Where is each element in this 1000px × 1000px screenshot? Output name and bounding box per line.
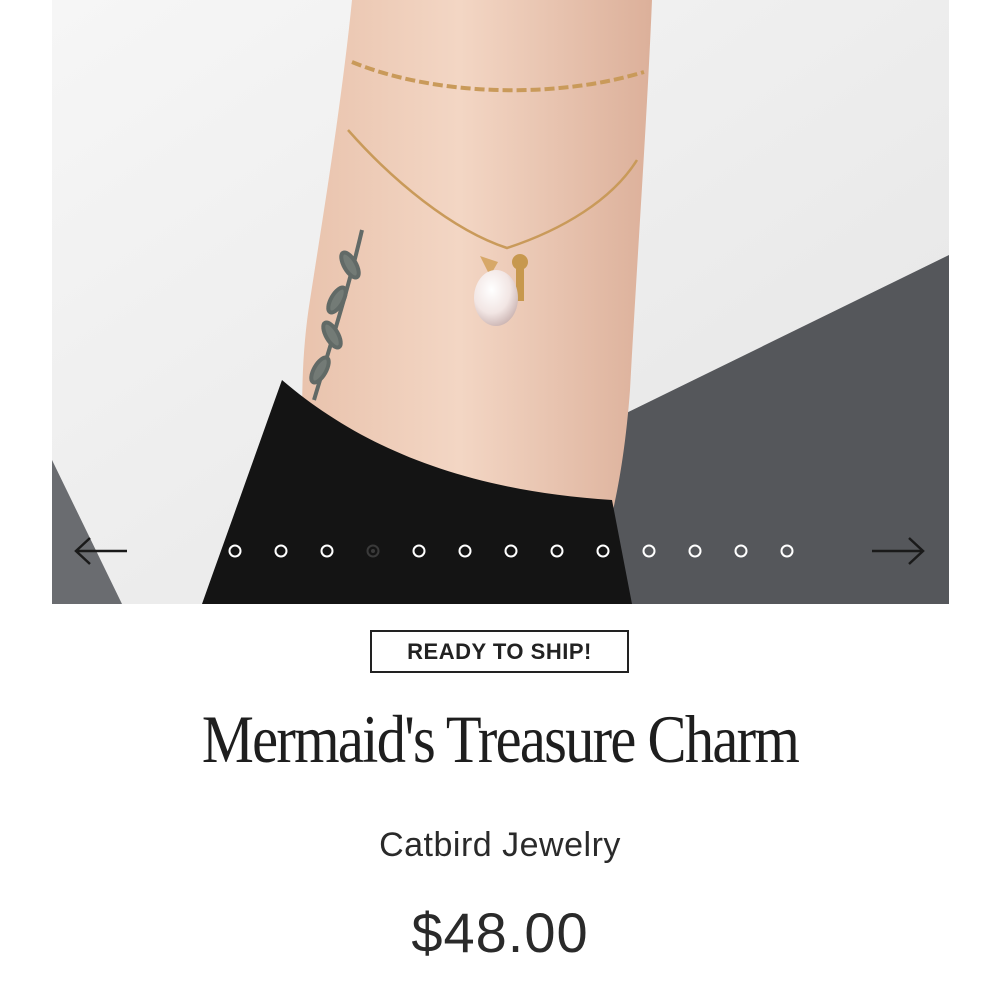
product-price: $48.00 bbox=[411, 901, 589, 964]
dot-icon bbox=[780, 544, 794, 558]
carousel-dot[interactable] bbox=[258, 541, 304, 561]
carousel-dot[interactable] bbox=[534, 541, 580, 561]
dot-icon bbox=[228, 544, 242, 558]
dot-icon bbox=[458, 544, 472, 558]
carousel-next-button[interactable] bbox=[867, 528, 929, 574]
carousel-pagination bbox=[212, 541, 810, 561]
carousel-prev-button[interactable] bbox=[70, 528, 132, 574]
dot-icon bbox=[412, 544, 426, 558]
carousel-dot[interactable] bbox=[212, 541, 258, 561]
ready-to-ship-badge: READY TO SHIP! bbox=[370, 630, 629, 673]
arrow-right-icon bbox=[872, 537, 925, 565]
product-brand[interactable]: Catbird Jewelry bbox=[0, 826, 1000, 865]
dot-icon bbox=[550, 544, 564, 558]
carousel-dot[interactable] bbox=[442, 541, 488, 561]
dot-icon bbox=[596, 544, 610, 558]
carousel-dot[interactable] bbox=[626, 541, 672, 561]
carousel-dot[interactable] bbox=[396, 541, 442, 561]
carousel-dot[interactable] bbox=[718, 541, 764, 561]
carousel-dot[interactable] bbox=[580, 541, 626, 561]
product-image-carousel[interactable] bbox=[52, 0, 949, 604]
product-photo bbox=[52, 0, 949, 604]
dot-icon bbox=[320, 544, 334, 558]
carousel-dot[interactable] bbox=[672, 541, 718, 561]
dot-icon bbox=[642, 544, 656, 558]
carousel-dot[interactable] bbox=[488, 541, 534, 561]
dot-icon bbox=[688, 544, 702, 558]
dot-active-icon bbox=[366, 544, 380, 558]
product-title: Mermaid's Treasure Charm bbox=[201, 701, 800, 777]
carousel-dot[interactable] bbox=[764, 541, 810, 561]
product-page: READY TO SHIP! Mermaid's Treasure Charm … bbox=[0, 0, 1000, 1000]
dot-icon bbox=[274, 544, 288, 558]
dot-icon bbox=[504, 544, 518, 558]
carousel-dot[interactable] bbox=[304, 541, 350, 561]
arrow-left-icon bbox=[74, 537, 127, 565]
carousel-dot[interactable] bbox=[350, 541, 396, 561]
dot-icon bbox=[734, 544, 748, 558]
